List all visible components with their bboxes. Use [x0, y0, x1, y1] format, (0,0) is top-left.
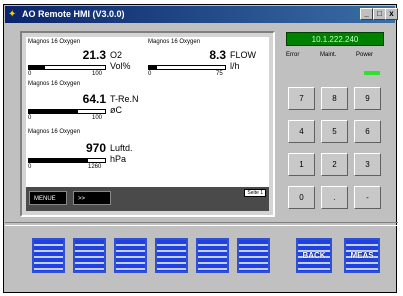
- sensor-header: Magnos 16 Oxygen: [28, 81, 81, 87]
- window-title: AO Remote HMI (V3.0.0): [22, 9, 125, 19]
- key-2[interactable]: 2: [321, 153, 348, 176]
- back-button-label: BACK: [302, 251, 326, 260]
- app-icon: ✦: [8, 9, 17, 20]
- key-6[interactable]: 6: [354, 120, 381, 143]
- scale-min: 0: [28, 71, 32, 77]
- scale-min: 0: [28, 115, 32, 121]
- sensor-unit-name: T-Re.N: [110, 94, 139, 104]
- sensor-bar-fill: [29, 66, 45, 69]
- function-key-6[interactable]: [237, 238, 270, 273]
- display-frame: Magnos 16 Oxygen 21.3 O2 Vol% 0 100 Magn…: [20, 31, 275, 217]
- menu-softkey[interactable]: MENUE: [29, 191, 67, 205]
- key-4[interactable]: 4: [288, 120, 315, 143]
- sensor-bar-fill: [29, 159, 88, 162]
- key-7[interactable]: 7: [288, 87, 315, 110]
- scale-min: 0: [148, 71, 152, 77]
- sensor-bar-fill: [29, 110, 78, 113]
- key-minus[interactable]: -: [354, 186, 381, 209]
- page-indicator: Seite 1: [244, 189, 266, 197]
- power-led: [364, 71, 380, 75]
- minimize-button[interactable]: _: [360, 8, 373, 20]
- key-5[interactable]: 5: [321, 120, 348, 143]
- key-decimal[interactable]: .: [321, 186, 348, 209]
- meas-button-label: MEAS: [350, 251, 374, 260]
- key-9[interactable]: 9: [354, 87, 381, 110]
- scale-max: 100: [92, 71, 103, 77]
- softkey-strip: Seite 1 MENUE >>: [26, 187, 269, 211]
- scale-max: 100: [92, 115, 103, 121]
- sensor-value: 970: [85, 141, 106, 155]
- sensor-bar-fill: [149, 66, 158, 69]
- scale-max: 1260: [88, 164, 102, 170]
- sensor-unit: øC: [110, 105, 122, 115]
- maint-led-label: Maint.: [320, 52, 337, 58]
- key-1[interactable]: 1: [288, 153, 315, 176]
- ip-address-display: 10.1.222.240: [286, 32, 384, 46]
- sensor-header: Magnos 16 Oxygen: [28, 39, 81, 45]
- sensor-unit: l/h: [230, 61, 240, 71]
- sensor-header: Magnos 16 Oxygen: [148, 39, 201, 45]
- sensor-unit-name: O2: [110, 50, 123, 60]
- sensor-bar: [28, 65, 106, 70]
- key-3[interactable]: 3: [354, 153, 381, 176]
- error-led-label: Error: [286, 52, 300, 58]
- sensor-unit-name: FLOW: [230, 50, 256, 60]
- scale-min: 0: [28, 164, 32, 170]
- display-screen: Magnos 16 Oxygen 21.3 O2 Vol% 0 100 Magn…: [26, 37, 269, 211]
- key-8[interactable]: 8: [321, 87, 348, 110]
- sensor-bar: [28, 109, 106, 114]
- sensor-value: 64.1: [82, 92, 106, 106]
- sensor-value: 21.3: [82, 48, 106, 62]
- close-button[interactable]: x: [385, 8, 398, 20]
- function-key-4[interactable]: [155, 238, 188, 273]
- sensor-unit: hPa: [110, 154, 127, 164]
- scale-max: 75: [216, 71, 223, 77]
- title-bar[interactable]: ✦ AO Remote HMI (V3.0.0) _ □ x: [5, 6, 398, 23]
- separator: [5, 222, 398, 226]
- function-key-5[interactable]: [196, 238, 229, 273]
- sensor-unit: Vol%: [110, 61, 131, 71]
- power-led-label: Power: [356, 52, 374, 58]
- back-button[interactable]: BACK: [296, 238, 332, 273]
- function-key-1[interactable]: [32, 238, 65, 273]
- sensor-value: 8.3: [209, 48, 226, 62]
- sensor-bar: [28, 158, 106, 163]
- meas-button[interactable]: MEAS: [344, 238, 380, 273]
- key-0[interactable]: 0: [288, 186, 315, 209]
- sensor-header: Magnos 16 Oxygen: [28, 129, 81, 135]
- next-page-softkey[interactable]: >>: [73, 191, 111, 205]
- function-key-2[interactable]: [73, 238, 106, 273]
- sensor-bar: [148, 65, 226, 70]
- function-key-3[interactable]: [114, 238, 147, 273]
- sensor-unit-name: Luftd.: [110, 143, 133, 153]
